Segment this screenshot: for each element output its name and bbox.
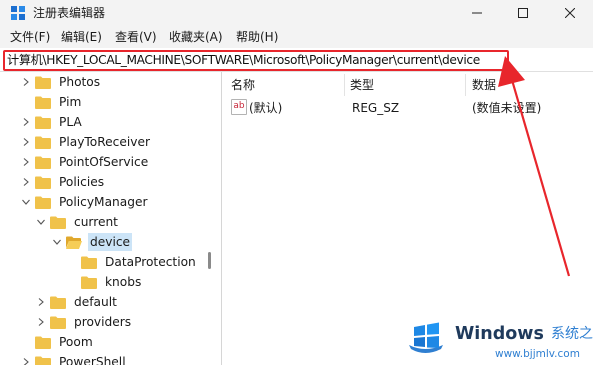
- open-folder-icon: [66, 236, 82, 249]
- minimize-button[interactable]: [454, 0, 500, 26]
- chevron-right-icon[interactable]: [35, 292, 47, 312]
- tree-label: PlayToReceiver: [59, 135, 150, 149]
- column-header-type[interactable]: 类型: [350, 77, 374, 93]
- folder-icon: [35, 176, 51, 189]
- registry-tree: Photos Pim PLA PlayToReceiver PointOfSer…: [0, 72, 220, 365]
- tree-label: PowerShell: [59, 355, 126, 365]
- column-header-data[interactable]: 数据: [472, 77, 496, 93]
- menu-edit[interactable]: 编辑(E): [61, 29, 102, 45]
- chevron-right-icon[interactable]: [20, 352, 32, 365]
- watermark: Windows 系统之家 www.bjjmlv.com: [405, 316, 593, 365]
- string-value-icon: ab: [231, 99, 247, 115]
- title-bar: 注册表编辑器: [0, 0, 593, 26]
- folder-icon: [35, 76, 51, 89]
- folder-icon: [35, 356, 51, 365]
- tree-item-dataprotection[interactable]: DataProtection: [66, 252, 198, 272]
- tree-item-providers[interactable]: providers: [35, 312, 133, 332]
- tree-label: Photos: [59, 75, 101, 89]
- tree-label: PLA: [59, 115, 82, 129]
- tree-item-photos[interactable]: Photos: [20, 72, 102, 92]
- registry-editor-icon: [11, 6, 25, 20]
- tree-item-policymanager[interactable]: PolicyManager: [20, 192, 149, 212]
- folder-icon: [50, 316, 66, 329]
- column-divider[interactable]: [465, 74, 466, 96]
- minimize-icon: [472, 12, 482, 14]
- tree-label: Poom: [59, 335, 93, 349]
- tree-item-default[interactable]: default: [35, 292, 119, 312]
- tree-label: knobs: [105, 275, 142, 289]
- folder-icon: [35, 336, 51, 349]
- folder-icon: [35, 196, 51, 209]
- folder-icon: [50, 216, 66, 229]
- value-name: (默认): [249, 101, 283, 115]
- close-button[interactable]: [547, 0, 593, 26]
- tree-item-device[interactable]: device: [51, 232, 133, 252]
- chevron-right-icon[interactable]: [35, 312, 47, 332]
- tree-scrollbar-thumb[interactable]: [208, 252, 211, 269]
- tree-item-current[interactable]: current: [35, 212, 120, 232]
- value-row-default[interactable]: ab (默认) REG_SZ (数值未设置): [222, 98, 593, 118]
- folder-icon: [35, 156, 51, 169]
- tree-item-pim[interactable]: Pim: [20, 92, 83, 112]
- tree-item-powershell[interactable]: PowerShell: [20, 352, 128, 365]
- folder-icon: [35, 136, 51, 149]
- tree-item-knobs[interactable]: knobs: [66, 272, 143, 292]
- chevron-right-icon[interactable]: [20, 112, 32, 132]
- tree-item-policies[interactable]: Policies: [20, 172, 106, 192]
- tree-label: PolicyManager: [59, 195, 148, 209]
- chevron-down-icon[interactable]: [20, 192, 32, 212]
- maximize-button[interactable]: [500, 0, 546, 26]
- tree-label: device: [88, 233, 133, 251]
- tree-item-poom[interactable]: Poom: [20, 332, 95, 352]
- chevron-down-icon[interactable]: [51, 232, 63, 252]
- tree-label: providers: [74, 315, 132, 329]
- tree-label: Pim: [59, 95, 82, 109]
- watermark-brand: Windows: [455, 324, 544, 344]
- tree-label: default: [74, 295, 117, 309]
- folder-icon: [81, 276, 97, 289]
- chevron-right-icon[interactable]: [20, 172, 32, 192]
- window-title: 注册表编辑器: [33, 6, 106, 20]
- menu-view[interactable]: 查看(V): [115, 29, 157, 45]
- chevron-right-icon[interactable]: [20, 72, 32, 92]
- close-icon: [565, 8, 575, 18]
- tree-item-playtoreceiver[interactable]: PlayToReceiver: [20, 132, 152, 152]
- menu-file[interactable]: 文件(F): [10, 29, 50, 45]
- tree-item-pla[interactable]: PLA: [20, 112, 84, 132]
- value-data: (数值未设置): [472, 101, 542, 115]
- tree-item-pointofservice[interactable]: PointOfService: [20, 152, 150, 172]
- windows-logo-icon: [409, 322, 443, 353]
- menu-bar: 文件(F) 编辑(E) 查看(V) 收藏夹(A) 帮助(H): [0, 26, 593, 48]
- folder-icon: [35, 116, 51, 129]
- folder-icon: [81, 256, 97, 269]
- tree-label: DataProtection: [105, 255, 196, 269]
- folder-icon: [35, 96, 51, 109]
- tree-label: current: [74, 215, 118, 229]
- address-path[interactable]: 计算机\HKEY_LOCAL_MACHINE\SOFTWARE\Microsof…: [7, 51, 480, 69]
- tree-label: PointOfService: [59, 155, 149, 169]
- chevron-right-icon[interactable]: [20, 152, 32, 172]
- value-type: REG_SZ: [352, 101, 400, 115]
- column-divider[interactable]: [344, 74, 345, 96]
- menu-favorites[interactable]: 收藏夹(A): [169, 29, 223, 45]
- watermark-site-name: 系统之家: [551, 326, 593, 342]
- maximize-icon: [518, 8, 528, 18]
- chevron-down-icon[interactable]: [35, 212, 47, 232]
- chevron-right-icon[interactable]: [20, 132, 32, 152]
- tree-label: Policies: [59, 175, 105, 189]
- column-header-name[interactable]: 名称: [231, 77, 255, 93]
- folder-icon: [50, 296, 66, 309]
- menu-help[interactable]: 帮助(H): [236, 29, 278, 45]
- watermark-url: www.bjjmlv.com: [495, 348, 580, 360]
